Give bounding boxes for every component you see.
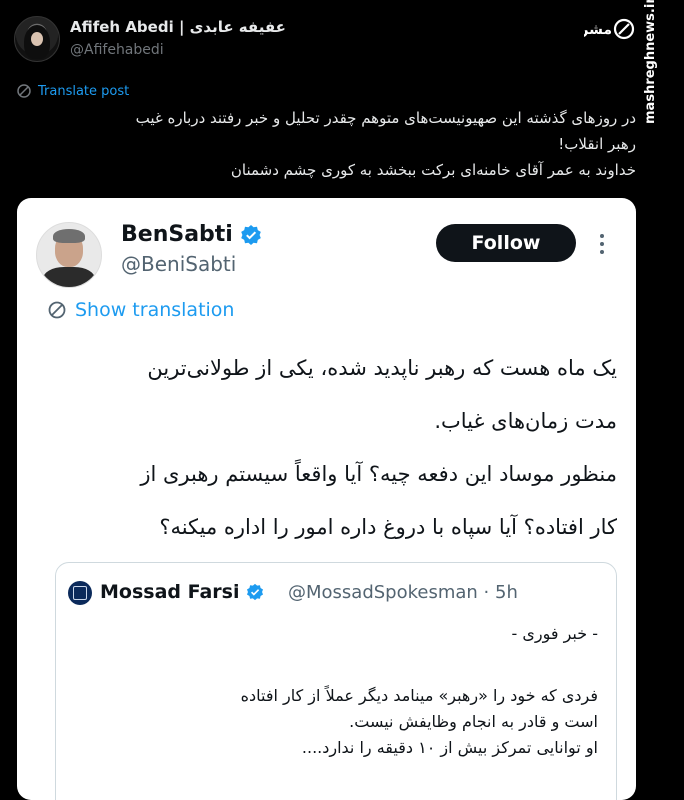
show-translation-label: Show translation [75, 299, 235, 321]
post-body: در روزهای گذشته این صهیونیست‌های متوهم چ… [16, 105, 636, 183]
translate-globe-icon [48, 301, 66, 319]
author-handle[interactable]: @Afifehabedi [70, 42, 164, 58]
show-translation-row: Show translation [47, 299, 234, 321]
follow-button: Follow [436, 224, 576, 262]
quoted-display-name-row: BenSabti [121, 222, 262, 247]
translate-globe-icon [17, 84, 31, 98]
nested-quoted-tweet: Mossad Farsi @MossadSpokesman · 5h - خبر… [55, 562, 617, 800]
nested-line: است و قادر به انجام وظایفش نیست. [349, 712, 598, 731]
verified-badge-icon [246, 583, 263, 601]
quoted-tweet-body: یک ماه هست که رهبر ناپدید شده، یکی از طو… [57, 342, 617, 554]
post-line: رهبر انقلاب! [558, 135, 636, 153]
author-display-name[interactable]: Afifeh Abedi | عفیفه عابدی [70, 18, 286, 36]
translate-post-label[interactable]: Translate post [38, 84, 129, 99]
avatar[interactable] [14, 16, 60, 62]
post-line: خداوند به عمر آقای خامنه‌ای برکت ببخشد ب… [230, 161, 636, 179]
quoted-line: مدت زمان‌های غیاب. [434, 409, 617, 433]
nested-display-name: Mossad Farsi [100, 581, 240, 603]
nested-line: فردی که خود را «رهبر» مینامد دیگر عملاً … [240, 686, 598, 705]
quoted-display-name: BenSabti [121, 222, 233, 247]
nested-header-line: - خبر فوری - [511, 624, 598, 643]
quoted-tweet-image[interactable]: BenSabti @BeniSabti Follow Show translat… [17, 198, 636, 800]
quoted-line: یک ماه هست که رهبر ناپدید شده، یکی از طو… [147, 356, 617, 380]
nested-handle-timestamp: @MossadSpokesman · 5h [288, 582, 518, 603]
mashregh-logo-icon: مشرق [584, 18, 635, 40]
post-view: Afifeh Abedi | عفیفه عابدی @Afifehabedi … [0, 0, 684, 800]
post-line: در روزهای گذشته این صهیونیست‌های متوهم چ… [135, 109, 636, 127]
nested-tweet-body: - خبر فوری - فردی که خود را «رهبر» مینام… [76, 621, 598, 761]
svg-text:مشرق: مشرق [584, 22, 612, 38]
mossad-avatar [68, 581, 92, 605]
more-options-icon [599, 234, 605, 256]
verified-badge-icon [241, 224, 261, 245]
quoted-line: منظور موساد این دفعه چیه؟ آیا واقعاً سیس… [140, 462, 617, 486]
quoted-handle: @BeniSabti [121, 252, 237, 276]
quoted-line: کار افتاده؟ آیا سپاه با دروغ داره امور ر… [159, 515, 617, 539]
nested-display-name-row: Mossad Farsi [100, 581, 264, 603]
translate-post-link[interactable]: Translate post [16, 83, 129, 99]
watermark-text: mashreghnews.ir [643, 0, 658, 124]
bensabti-avatar [36, 222, 102, 288]
nested-line: او توانایی تمرکز بیش از ۱۰ دقیقه را ندار… [301, 738, 598, 757]
